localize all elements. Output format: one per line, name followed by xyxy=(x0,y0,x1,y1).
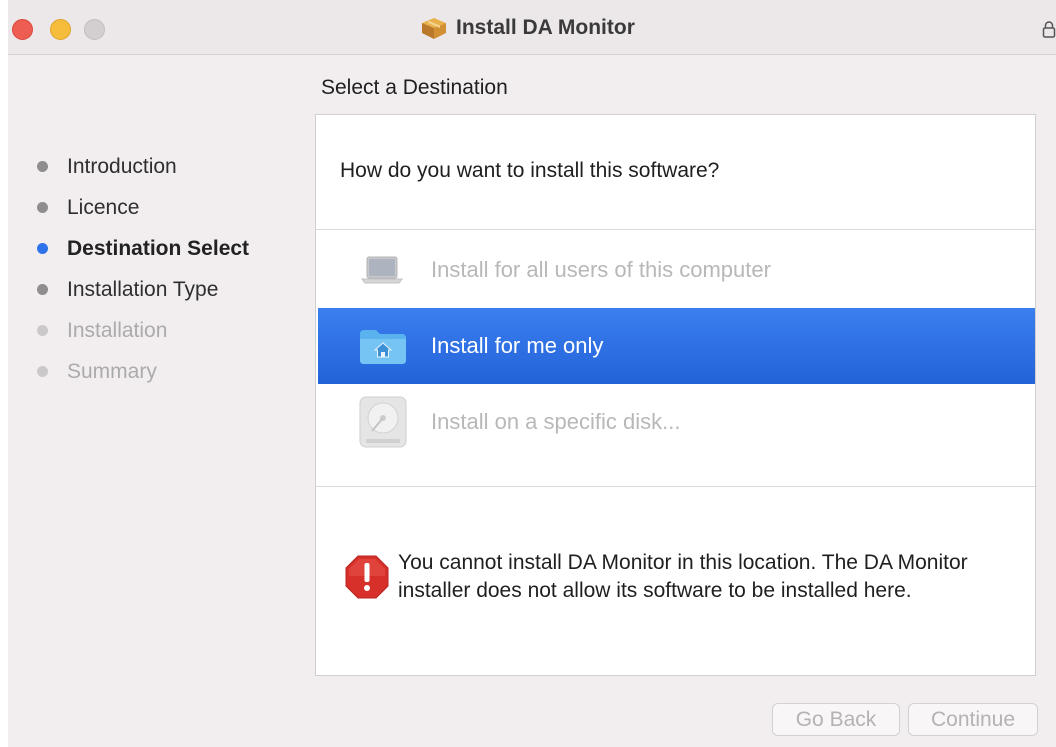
stop-warning-icon xyxy=(345,555,389,599)
go-back-button[interactable]: Go Back xyxy=(772,703,900,736)
zoom-window-button[interactable] xyxy=(84,19,105,40)
step-introduction: Introduction xyxy=(30,146,249,187)
installer-steps: Introduction Licence Destination Select … xyxy=(30,146,249,392)
installer-window: Install DA Monitor Introduction Licence … xyxy=(8,0,1056,747)
option-label: Install for me only xyxy=(431,333,604,358)
close-window-button[interactable] xyxy=(12,19,33,40)
step-bullet xyxy=(37,161,48,172)
step-label: Installation xyxy=(67,318,168,342)
divider xyxy=(316,486,1035,487)
window-title: Install DA Monitor xyxy=(456,16,635,39)
install-warning: You cannot install DA Monitor in this lo… xyxy=(344,549,1014,605)
step-label: Introduction xyxy=(67,154,177,178)
laptop-icon xyxy=(361,256,403,284)
step-label: Licence xyxy=(67,195,140,219)
section-title: Select a Destination xyxy=(321,76,508,99)
title-bar: Install DA Monitor xyxy=(8,0,1056,55)
divider xyxy=(316,229,1035,230)
home-folder-icon xyxy=(360,330,406,364)
step-label: Destination Select xyxy=(67,236,250,260)
step-installation: Installation xyxy=(30,310,249,351)
warning-message: You cannot install DA Monitor in this lo… xyxy=(398,551,968,602)
option-specific-disk[interactable]: Install on a specific disk... xyxy=(318,384,1035,460)
disk-icon xyxy=(359,396,407,448)
step-summary: Summary xyxy=(30,351,249,392)
continue-button[interactable]: Continue xyxy=(908,703,1038,736)
step-bullet-current xyxy=(37,243,48,254)
option-all-users[interactable]: Install for all users of this computer xyxy=(318,232,1035,308)
step-licence: Licence xyxy=(30,187,249,228)
install-question: How do you want to install this software… xyxy=(340,159,720,182)
step-bullet xyxy=(37,366,48,377)
step-label: Summary xyxy=(67,359,157,383)
step-destination-select: Destination Select xyxy=(30,228,249,269)
option-label: Install on a specific disk... xyxy=(431,409,681,434)
package-icon xyxy=(422,18,446,39)
lock-icon xyxy=(1042,21,1056,38)
option-label: Install for all users of this computer xyxy=(431,257,771,282)
step-bullet xyxy=(37,325,48,336)
option-me-only[interactable]: Install for me only xyxy=(318,308,1035,384)
window-title-group: Install DA Monitor xyxy=(420,14,635,42)
destination-panel: How do you want to install this software… xyxy=(315,114,1036,676)
step-label: Installation Type xyxy=(67,277,219,301)
step-bullet xyxy=(37,202,48,213)
minimize-window-button[interactable] xyxy=(50,19,71,40)
step-bullet xyxy=(37,284,48,295)
step-installation-type: Installation Type xyxy=(30,269,249,310)
